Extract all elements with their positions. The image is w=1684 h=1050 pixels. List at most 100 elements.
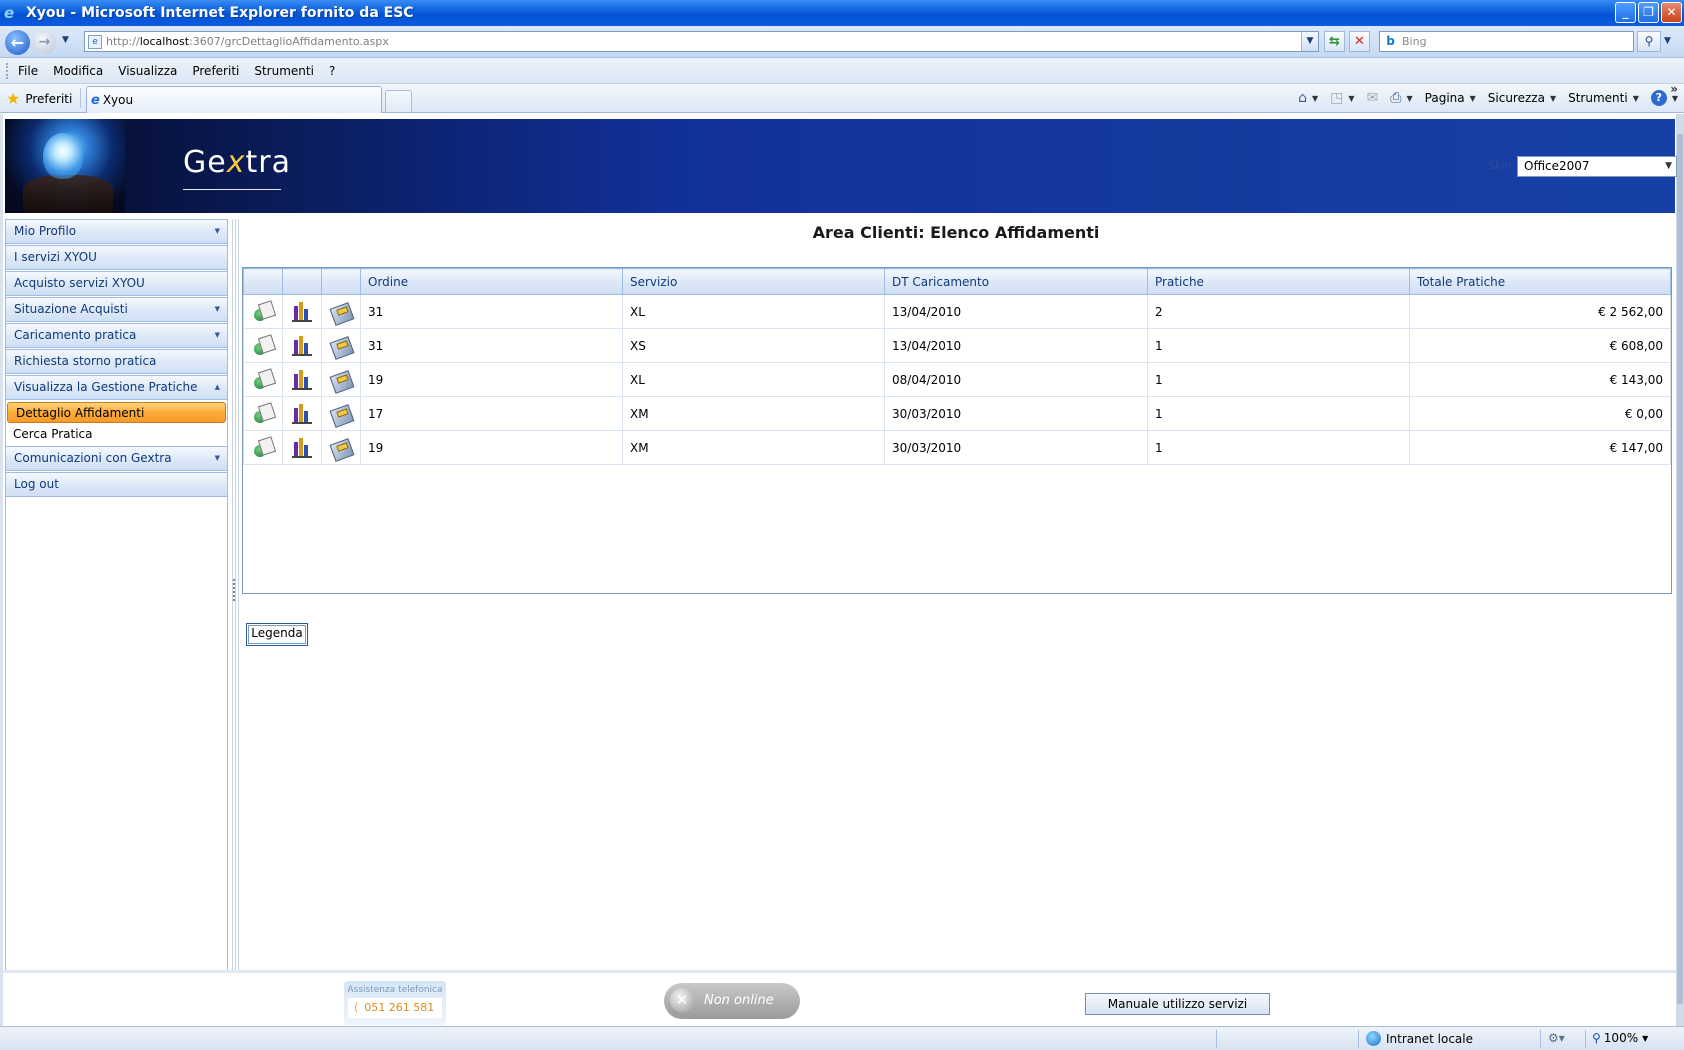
legenda-button[interactable]: Legenda	[246, 623, 308, 646]
protected-mode-icon[interactable]: ⚙▾	[1548, 1031, 1565, 1045]
home-icon: ⌂	[1298, 90, 1308, 106]
search-input[interactable]: b Bing	[1379, 31, 1634, 52]
chevron-down-icon: ▼	[1469, 93, 1476, 103]
detail-search-icon[interactable]	[252, 335, 274, 357]
sidebar-item-richiesta-storno[interactable]: Richiesta storno pratica	[5, 349, 228, 374]
sidebar-item-label: Situazione Acquisti	[14, 302, 128, 316]
column-header-servizio[interactable]: Servizio	[622, 268, 885, 295]
page-menu[interactable]: Pagina ▼	[1425, 91, 1476, 105]
calculator-icon[interactable]	[330, 437, 352, 459]
separator	[1585, 1030, 1586, 1048]
detail-search-icon[interactable]	[252, 403, 274, 425]
sidebar-subitem-cerca-pratica[interactable]: Cerca Pratica	[5, 424, 228, 446]
statistics-chart-icon[interactable]	[291, 335, 313, 357]
scrollbar-thumb[interactable]	[1677, 134, 1683, 1004]
detail-search-icon[interactable]	[252, 301, 274, 323]
stop-button[interactable]: ✕	[1349, 31, 1370, 52]
table-header-row: Ordine Servizio DT Caricamento Pratiche …	[243, 268, 1671, 295]
pane-splitter[interactable]	[232, 219, 236, 971]
tools-menu[interactable]: Strumenti ▼	[1568, 91, 1639, 105]
command-bar: ⌂ ▼ ◳ ▼ ✉ ⎙ ▼ Pagina ▼ Sicurezza ▼ Strumenti ▼…	[1286, 90, 1678, 106]
tab-title: Xyou	[102, 93, 134, 107]
chat-status-button[interactable]: ✕ Non online	[664, 983, 800, 1019]
sidebar-item-situazione-acquisti[interactable]: Situazione Acquisti ▼	[5, 297, 228, 322]
icon-cell	[243, 328, 283, 363]
column-header-ordine[interactable]: Ordine	[360, 268, 623, 295]
refresh-button[interactable]: ⇆	[1324, 31, 1345, 52]
window-controls: _ ❐ ✕	[1615, 2, 1682, 23]
sidebar-item-acquisto-servizi[interactable]: Acquisto servizi XYOU	[5, 271, 228, 296]
menu-visualizza[interactable]: Visualizza	[118, 64, 177, 78]
safety-menu[interactable]: Sicurezza ▼	[1488, 91, 1556, 105]
feeds-button[interactable]: ◳ ▼	[1330, 90, 1354, 106]
cell-totale-pratiche: € 143,00	[1409, 362, 1671, 397]
window-title: Xyou - Microsoft Internet Explorer forni…	[26, 5, 414, 21]
sidebar-subitem-dettaglio-affidamenti[interactable]: Dettaglio Affidamenti	[7, 402, 226, 423]
feed-icon: ◳	[1330, 90, 1344, 106]
new-tab-button[interactable]	[385, 90, 412, 112]
sidebar-item-label: I servizi XYOU	[14, 250, 97, 264]
search-button[interactable]: ⚲	[1637, 31, 1661, 52]
menu-file[interactable]: File	[18, 64, 38, 78]
column-header-totale-pratiche[interactable]: Totale Pratiche	[1409, 268, 1671, 295]
menu-strumenti[interactable]: Strumenti	[254, 64, 314, 78]
statistics-chart-icon[interactable]	[291, 369, 313, 391]
phone-assistance-widget[interactable]: Assistenza telefonica (051 261 581	[344, 981, 446, 1025]
manual-button[interactable]: Manuale utilizzo servizi	[1085, 993, 1270, 1015]
print-button[interactable]: ⎙ ▼	[1390, 90, 1412, 106]
minimize-button[interactable]: _	[1615, 2, 1636, 23]
home-button[interactable]: ⌂ ▼	[1298, 90, 1318, 106]
status-bar: Intranet locale ⚙▾ ⚲ 100% ▼	[0, 1026, 1684, 1050]
detail-search-icon[interactable]	[252, 369, 274, 391]
bulb-glow	[43, 133, 83, 179]
icon-cell	[243, 294, 283, 329]
calculator-icon[interactable]	[330, 403, 352, 425]
cell-dt-caricamento: 13/04/2010	[884, 294, 1148, 329]
icon-cell	[243, 362, 283, 397]
maximize-button[interactable]: ❐	[1638, 2, 1659, 23]
forward-button[interactable]: →	[33, 31, 56, 54]
column-header-pratiche[interactable]: Pratiche	[1147, 268, 1410, 295]
assistance-title: Assistenza telefonica	[347, 985, 443, 995]
address-input[interactable]: e http://localhost:3607/grcDettaglioAffi…	[84, 31, 1319, 52]
menu-preferiti[interactable]: Preferiti	[192, 64, 239, 78]
address-dropdown-icon[interactable]: ▼	[1301, 32, 1318, 51]
statistics-chart-icon[interactable]	[291, 301, 313, 323]
menu-modifica[interactable]: Modifica	[53, 64, 103, 78]
skin-select[interactable]: Office2007 ▼	[1517, 156, 1677, 177]
statistics-chart-icon[interactable]	[291, 403, 313, 425]
close-button[interactable]: ✕	[1661, 2, 1682, 23]
menu-help[interactable]: ?	[329, 64, 335, 78]
security-zone[interactable]: Intranet locale	[1366, 1031, 1473, 1046]
toolbar-overflow-icon[interactable]: »	[1670, 82, 1678, 96]
sidebar-item-comunicazioni[interactable]: Comunicazioni con Gextra ▼	[5, 446, 228, 471]
calculator-icon[interactable]	[330, 335, 352, 357]
cell-servizio: XM	[622, 430, 885, 465]
sidebar-item-mio-profilo[interactable]: Mio Profilo ▼	[5, 219, 228, 244]
calculator-icon[interactable]	[330, 301, 352, 323]
search-options-dropdown-icon[interactable]: ▼	[1664, 36, 1671, 46]
calculator-icon[interactable]	[330, 369, 352, 391]
mail-button[interactable]: ✉	[1367, 90, 1379, 106]
page-icon: e	[88, 34, 102, 49]
cell-servizio: XS	[622, 328, 885, 363]
sidebar-item-caricamento-pratica[interactable]: Caricamento pratica ▼	[5, 323, 228, 348]
cell-dt-caricamento: 30/03/2010	[884, 430, 1148, 465]
sidebar-item-servizi-xyou[interactable]: I servizi XYOU	[5, 245, 228, 270]
sidebar-item-gestione-pratiche[interactable]: Visualizza la Gestione Pratiche ▲	[5, 375, 228, 400]
zoom-control[interactable]: ⚲ 100% ▼	[1592, 1031, 1648, 1045]
print-icon: ⎙	[1390, 90, 1402, 106]
favorites-button[interactable]: ★ Preferiti	[6, 89, 72, 108]
statistics-chart-icon[interactable]	[291, 437, 313, 459]
detail-search-icon[interactable]	[252, 437, 274, 459]
cell-totale-pratiche: € 147,00	[1409, 430, 1671, 465]
sidebar-item-log-out[interactable]: Log out	[5, 472, 228, 497]
affidamenti-table: Ordine Servizio DT Caricamento Pratiche …	[243, 268, 1671, 465]
tab-xyou[interactable]: e Xyou	[86, 86, 382, 113]
recent-pages-dropdown-icon[interactable]: ▼	[62, 35, 69, 45]
table-row: 17 XM 30/03/2010 1 € 0,00	[243, 396, 1671, 431]
column-header-dt-caricamento[interactable]: DT Caricamento	[884, 268, 1148, 295]
vertical-scrollbar[interactable]	[1676, 114, 1684, 1026]
back-button[interactable]: ←	[5, 30, 30, 55]
splitter-grip[interactable]	[233, 579, 235, 601]
